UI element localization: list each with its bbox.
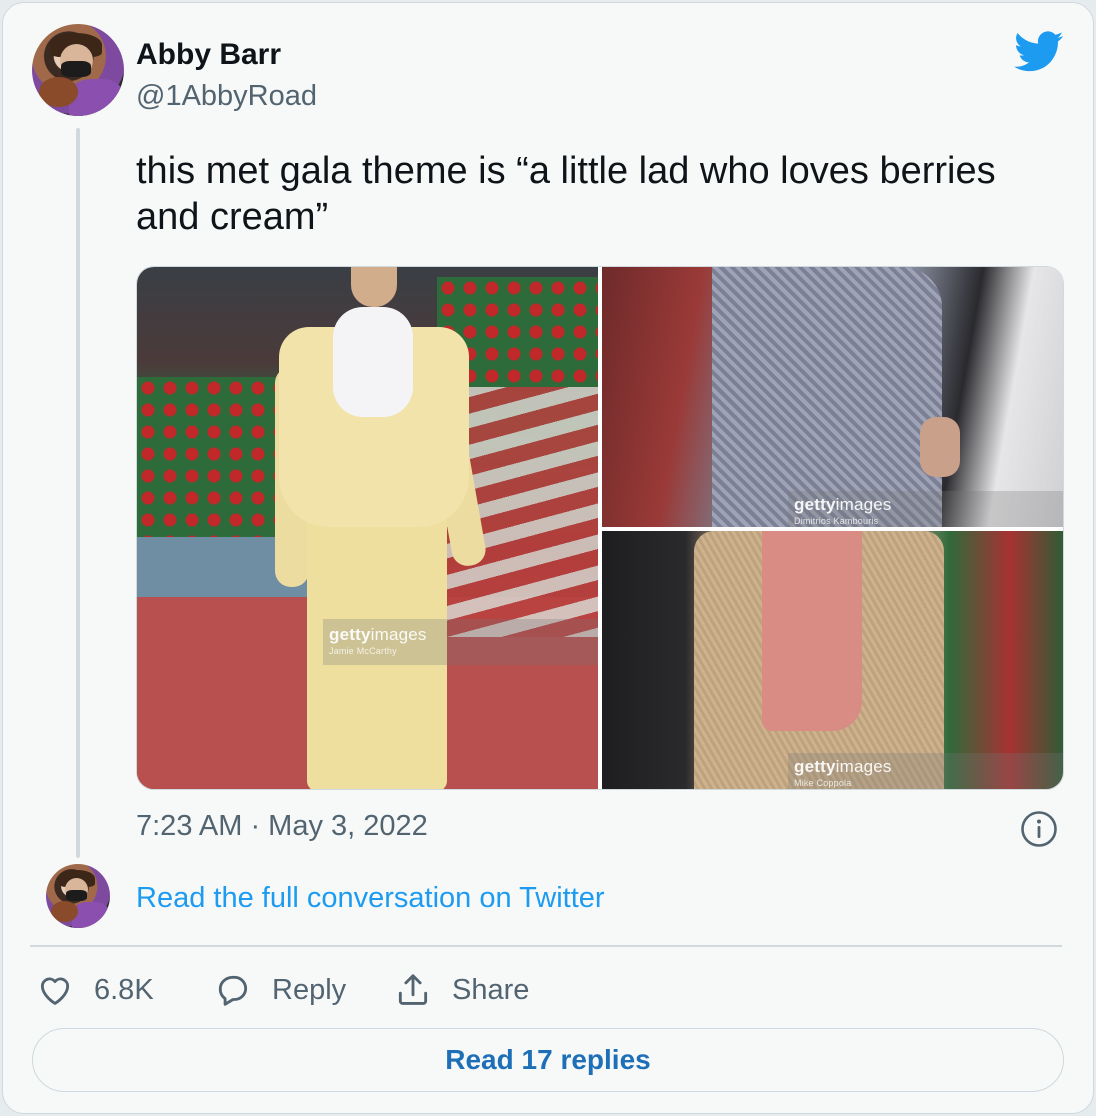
getty-watermark: gettyimages Mike Coppola — [794, 757, 892, 788]
photo-3[interactable]: gettyimages Mike Coppola — [602, 531, 1063, 789]
thread-line — [76, 128, 80, 858]
share-label: Share — [452, 973, 530, 1006]
read-conversation-link[interactable]: Read the full conversation on Twitter — [136, 882, 605, 915]
reply-label: Reply — [272, 973, 347, 1006]
reply-bubble-icon — [218, 975, 248, 1006]
info-icon[interactable] — [1020, 810, 1058, 848]
reply-button[interactable]: Reply — [214, 968, 346, 1012]
divider — [30, 945, 1062, 947]
tweet-timestamp[interactable]: 7:23 AM · May 3, 2022 — [136, 810, 428, 843]
share-button[interactable]: Share — [394, 968, 529, 1012]
getty-watermark: gettyimages Jamie McCarthy — [329, 625, 427, 656]
read-replies-button[interactable]: Read 17 replies — [32, 1028, 1064, 1092]
getty-watermark: gettyimages Dimitrios Kambouris — [794, 495, 892, 526]
share-upload-icon — [398, 974, 428, 1005]
like-count: 6.8K — [94, 973, 154, 1006]
conversation-avatar[interactable] — [46, 864, 110, 928]
media-grid[interactable]: gettyimages Jamie McCarthy gettyimages D… — [136, 266, 1064, 790]
twitter-bird-icon[interactable] — [1014, 30, 1064, 74]
author-handle[interactable]: @1AbbyRoad — [136, 80, 317, 113]
author-name[interactable]: Abby Barr — [136, 38, 281, 72]
author-avatar[interactable] — [32, 24, 124, 116]
tweet-text: this met gala theme is “a little lad who… — [136, 150, 996, 238]
photo-2[interactable]: gettyimages Dimitrios Kambouris — [602, 267, 1063, 527]
photo-1[interactable]: gettyimages Jamie McCarthy — [137, 267, 598, 789]
heart-icon — [40, 977, 70, 1005]
like-button[interactable]: 6.8K — [36, 968, 154, 1012]
